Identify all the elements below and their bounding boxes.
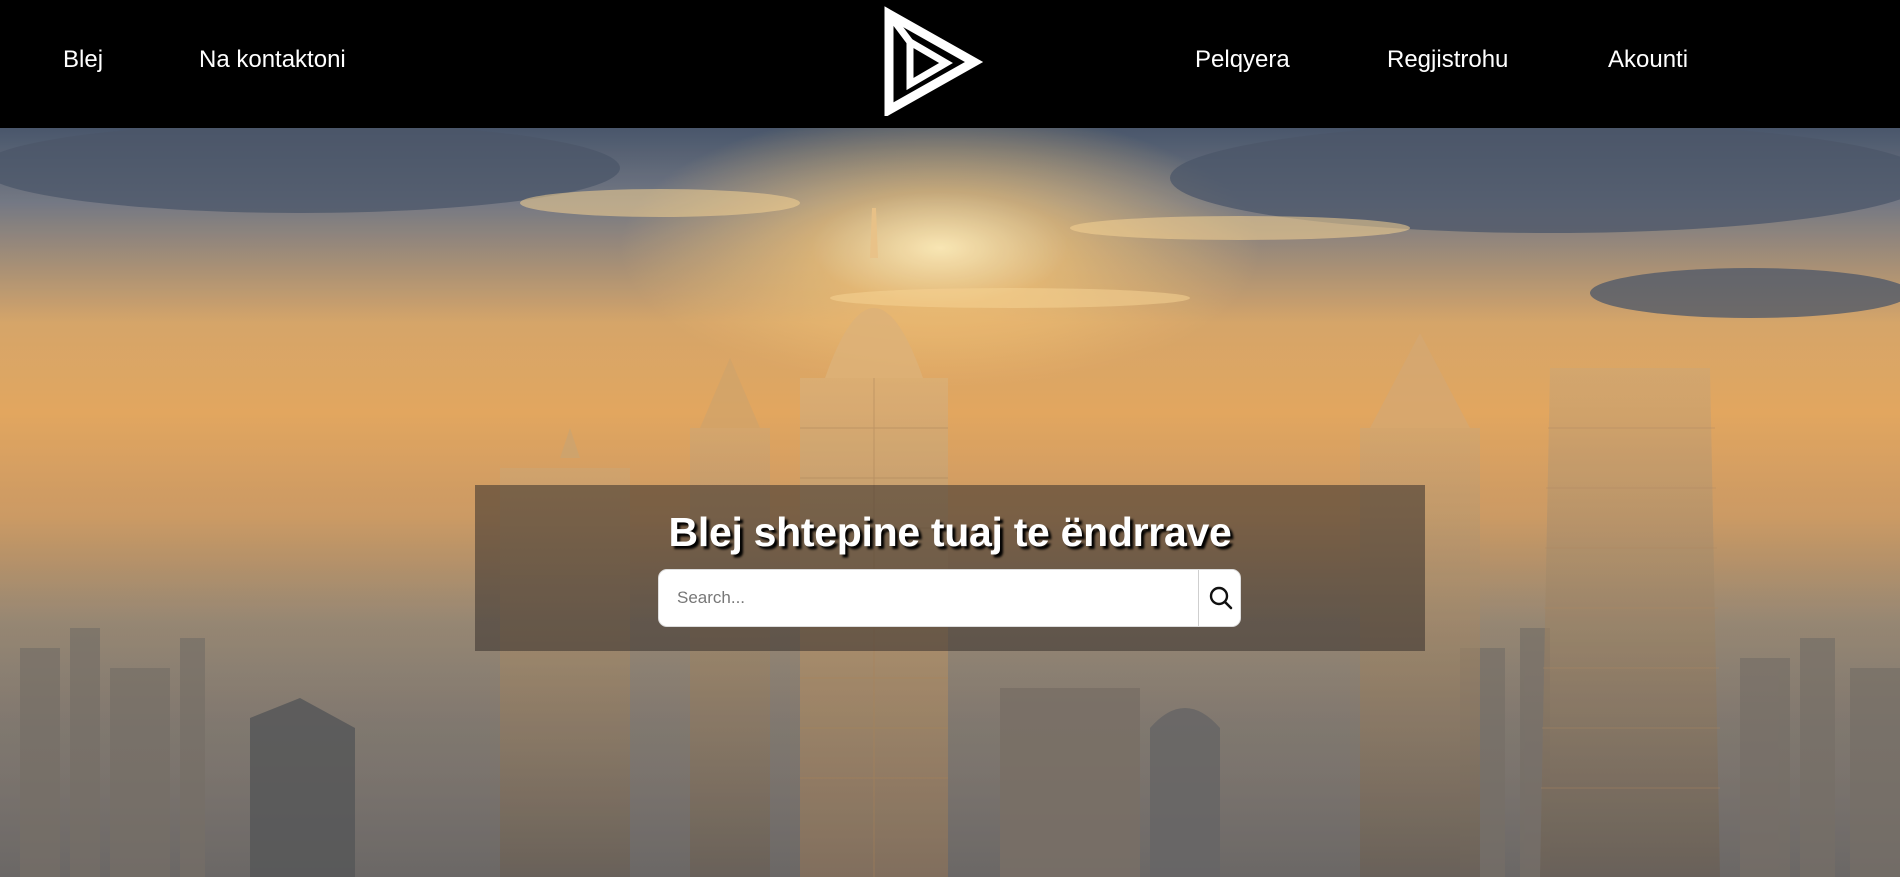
- search-bar: [658, 569, 1241, 627]
- hero-section: Blej shtepine tuaj te ëndrrave: [0, 128, 1900, 877]
- search-input[interactable]: [659, 570, 1198, 626]
- hero-title: Blej shtepine tuaj te ëndrrave: [668, 509, 1232, 555]
- top-navigation-bar: Blej Na kontaktoni Pelqyera Regjistrohu …: [0, 0, 1900, 128]
- triangle-play-logo-icon[interactable]: [880, 6, 984, 118]
- hero-search-panel: Blej shtepine tuaj te ëndrrave: [475, 485, 1425, 651]
- nav-link-pelqyera[interactable]: Pelqyera: [1195, 46, 1290, 74]
- nav-link-na-kontaktoni[interactable]: Na kontaktoni: [199, 46, 346, 74]
- search-button[interactable]: [1198, 570, 1240, 626]
- nav-link-akounti[interactable]: Akounti: [1608, 46, 1688, 74]
- search-icon: [1209, 586, 1232, 610]
- nav-link-blej[interactable]: Blej: [63, 46, 103, 74]
- nav-link-regjistrohu[interactable]: Regjistrohu: [1387, 46, 1508, 74]
